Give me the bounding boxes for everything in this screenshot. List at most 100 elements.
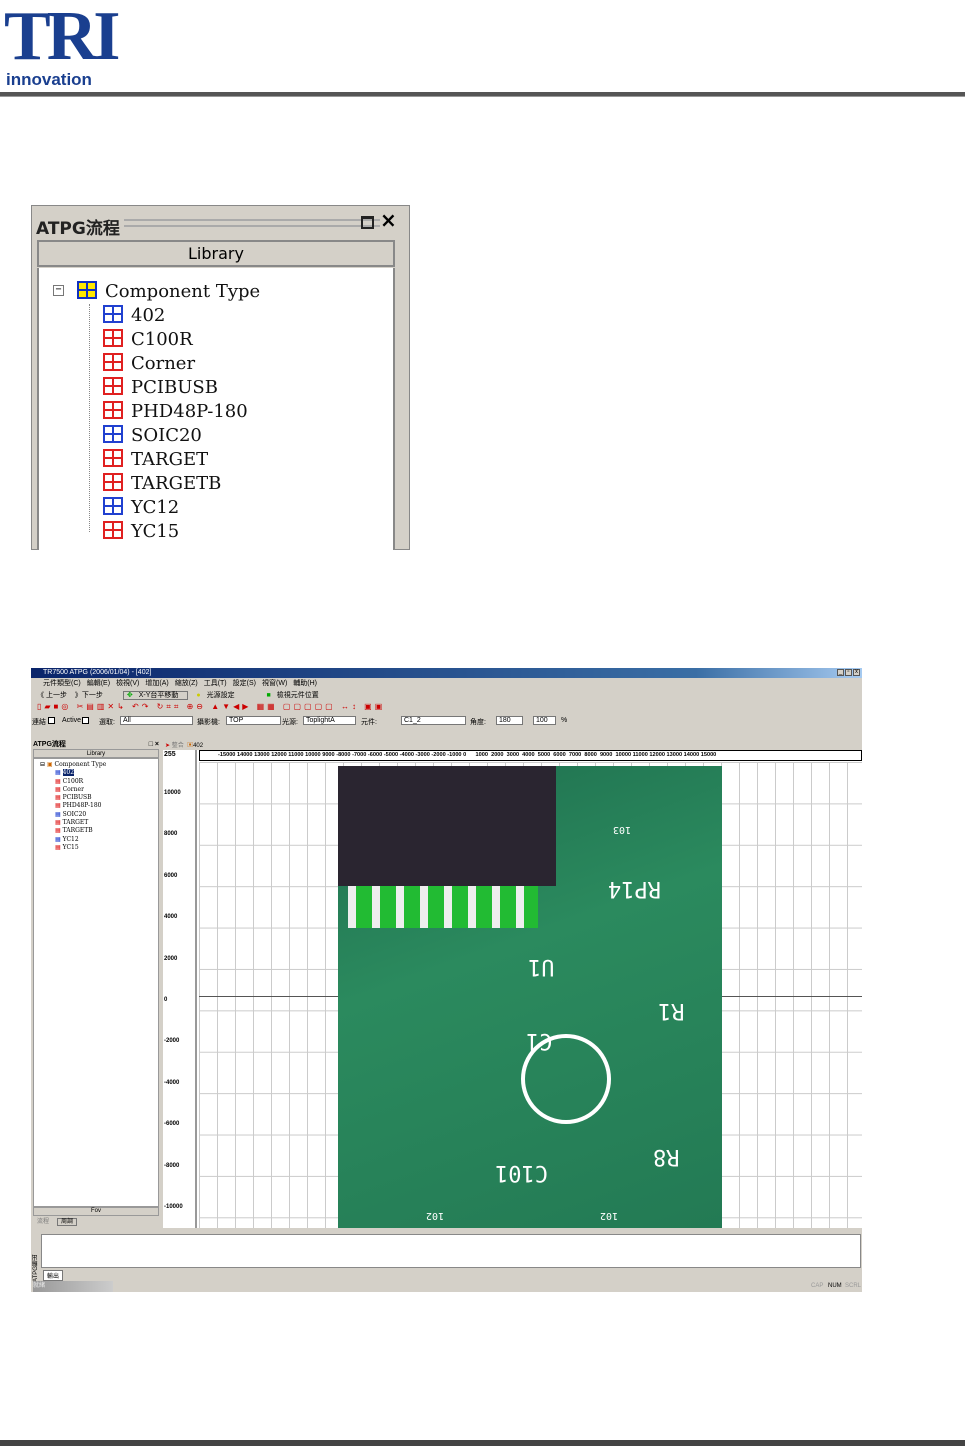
tab-integrate[interactable]: 整合 <box>172 743 184 749</box>
document-tabs: ➤ 整合 ▣402 <box>165 743 204 749</box>
side-tree-item[interactable]: ▦ 402 <box>55 769 158 777</box>
side-tree-item[interactable]: ▦ TARGET <box>55 819 158 827</box>
tree-item[interactable]: YC12 <box>103 497 179 518</box>
menu-item[interactable]: 元件類型(C) <box>43 680 81 687</box>
num-indicator: NUM <box>828 1283 842 1289</box>
menu-bar: 元件類型(C) 編輯(E) 檢視(V) 增加(A) 縮放(Z) 工具(T) 設定(S) 視窗(… <box>31 679 862 689</box>
side-tree-item[interactable]: ▦ YC12 <box>55 836 158 844</box>
tree-item[interactable]: C100R <box>103 329 193 350</box>
vruler-tick-label: 6000 <box>164 872 178 879</box>
side-tree-item[interactable]: ▦ SOIC20 <box>55 811 158 819</box>
root-label: Component Type <box>105 281 261 302</box>
locate-part-button[interactable]: ■ 檢視元件位置 <box>267 692 325 699</box>
tree-item-label: TARGET <box>131 449 209 470</box>
vruler-tick-label: -8000 <box>164 1162 180 1169</box>
side-tree-item[interactable]: ▦ Corner <box>55 786 158 794</box>
output-area[interactable] <box>41 1234 861 1268</box>
restore-button[interactable]: ▫ <box>845 669 852 676</box>
close-icon[interactable]: × <box>380 208 397 232</box>
xy-move-button[interactable]: ✥ X-Y台平移動 <box>122 691 189 700</box>
maximize-icon[interactable] <box>361 216 374 229</box>
tree-item[interactable]: SOIC20 <box>103 425 202 446</box>
tree-item-label: PHD48P-180 <box>131 401 248 422</box>
pcb-silkscreen-label: C101 <box>495 1160 548 1185</box>
prev-step-button[interactable]: 《 上一步 <box>37 692 67 699</box>
tree-item[interactable]: TARGET <box>103 449 208 470</box>
close-button[interactable]: x <box>853 669 860 676</box>
percent-label: % <box>561 717 568 724</box>
tab-flow[interactable]: 流程 <box>37 1219 49 1225</box>
side-library-tab[interactable]: Library <box>33 749 159 758</box>
side-panel-close[interactable]: □ × <box>149 740 159 749</box>
tree-item-label: TARGETB <box>131 473 222 494</box>
ic-pins <box>348 886 538 928</box>
link-checkbox[interactable] <box>48 717 55 724</box>
fov-bar: Fov <box>33 1207 159 1216</box>
side-panel-title: ATPG流程 <box>33 741 66 748</box>
panel-title: ATPG流程 <box>36 219 120 239</box>
angle-input[interactable]: 180 <box>496 716 523 725</box>
icon-toolbar[interactable]: ▯▰■◎ ✂▤▥✕↳ ↶↷ ↻⌗⌗ ⊕⊖ ▲▼◀▶ ▦▦ ▢▢▢▢▢ ↔↕ ▣▣ <box>31 702 862 714</box>
tree-item[interactable]: Corner <box>103 353 195 374</box>
part-label: 元件: <box>361 719 377 726</box>
atpg-panel-zoom: ATPG流程 × Library − Component Type 402 C10… <box>31 205 410 550</box>
light-setting-button[interactable]: ● 光源設定 <box>196 692 240 699</box>
output-tab[interactable]: 輸出 <box>43 1270 64 1281</box>
component-tree: − Component Type 402 C100R Corner PCIBUSB PH… <box>37 268 395 550</box>
active-checkbox[interactable] <box>82 717 89 724</box>
select-label: 選取: <box>99 719 115 726</box>
menu-item[interactable]: 編輯(E) <box>87 680 110 687</box>
tree-item[interactable]: 402 <box>103 305 165 326</box>
panel-grip[interactable] <box>124 219 380 227</box>
next-step-button[interactable]: 》下一步 <box>75 692 103 699</box>
tree-root[interactable]: Component Type <box>77 281 260 302</box>
menu-item[interactable]: 增加(A) <box>145 680 168 687</box>
atpg-app-window: TR7500 ATPG (2006/01/04) - [402] _ ▫ x 元… <box>31 668 862 1292</box>
pcb-silkscreen-label: 103 <box>613 824 632 835</box>
light-dropdown[interactable]: ToplightA <box>303 716 356 725</box>
camera-dropdown[interactable]: TOP <box>226 716 281 725</box>
menu-item[interactable]: 檢視(V) <box>116 680 139 687</box>
side-tree-item[interactable]: ▦ YC15 <box>55 844 158 852</box>
link-label: 連結 <box>32 719 46 726</box>
side-tree-item[interactable]: ▦ PHD48P-180 <box>55 802 158 810</box>
vruler-tick-label: -6000 <box>164 1121 180 1128</box>
select-dropdown[interactable]: All <box>120 716 193 725</box>
menu-item[interactable]: 工具(T) <box>204 680 227 687</box>
tab-adjust[interactable]: 周調 <box>57 1218 78 1226</box>
tab-402[interactable]: 402 <box>193 743 203 749</box>
side-tree-root[interactable]: ⊟ ▣ Component Type <box>40 761 158 769</box>
side-tree-item[interactable]: ▦ C100R <box>55 778 158 786</box>
side-tree-item[interactable]: ▦ PCIBUSB <box>55 794 158 802</box>
menu-item[interactable]: 縮放(Z) <box>175 680 198 687</box>
component-icon <box>103 305 123 323</box>
image-canvas[interactable]: 10000 8000 6000 4000 2000 0 -2000 -4000 -6000 -80… <box>163 750 862 1228</box>
pcb-silkscreen-label: RP14 <box>608 876 661 901</box>
zoom-input[interactable]: 100 <box>533 716 556 725</box>
footer-divider <box>0 1440 965 1446</box>
vruler-tick-label: 4000 <box>164 914 178 921</box>
tree-item[interactable]: PCIBUSB <box>103 377 218 398</box>
menu-item[interactable]: 設定(S) <box>233 680 256 687</box>
menu-item[interactable]: 輔助(H) <box>293 680 317 687</box>
tree-item[interactable]: YC15 <box>103 521 179 542</box>
minimize-button[interactable]: _ <box>837 669 844 676</box>
collapse-icon[interactable]: − <box>53 285 64 296</box>
tree-item-label: 402 <box>131 305 166 326</box>
vruler-tick-label: 8000 <box>164 831 178 838</box>
tree-item-label: Corner <box>131 353 196 374</box>
header-divider <box>0 92 965 97</box>
menu-item[interactable]: 視窗(W) <box>262 680 287 687</box>
library-tab[interactable]: Library <box>37 240 395 267</box>
component-icon <box>103 473 123 491</box>
pcb-silkscreen-label: U1 <box>528 954 555 979</box>
tree-item-label: YC12 <box>131 497 180 518</box>
camera-label: 攝影機: <box>197 719 220 726</box>
part-dropdown[interactable]: C1_2 <box>401 716 466 725</box>
side-tree-item[interactable]: ▦ TARGETB <box>55 827 158 835</box>
logo-subtitle: innovation <box>6 70 92 89</box>
vruler-tick-label: 2000 <box>164 955 178 962</box>
side-tree: ⊟ ▣ Component Type ▦ 402 ▦ C100R ▦ Corner ▦… <box>33 758 159 1207</box>
tree-item[interactable]: PHD48P-180 <box>103 401 248 422</box>
tree-item[interactable]: TARGETB <box>103 473 221 494</box>
